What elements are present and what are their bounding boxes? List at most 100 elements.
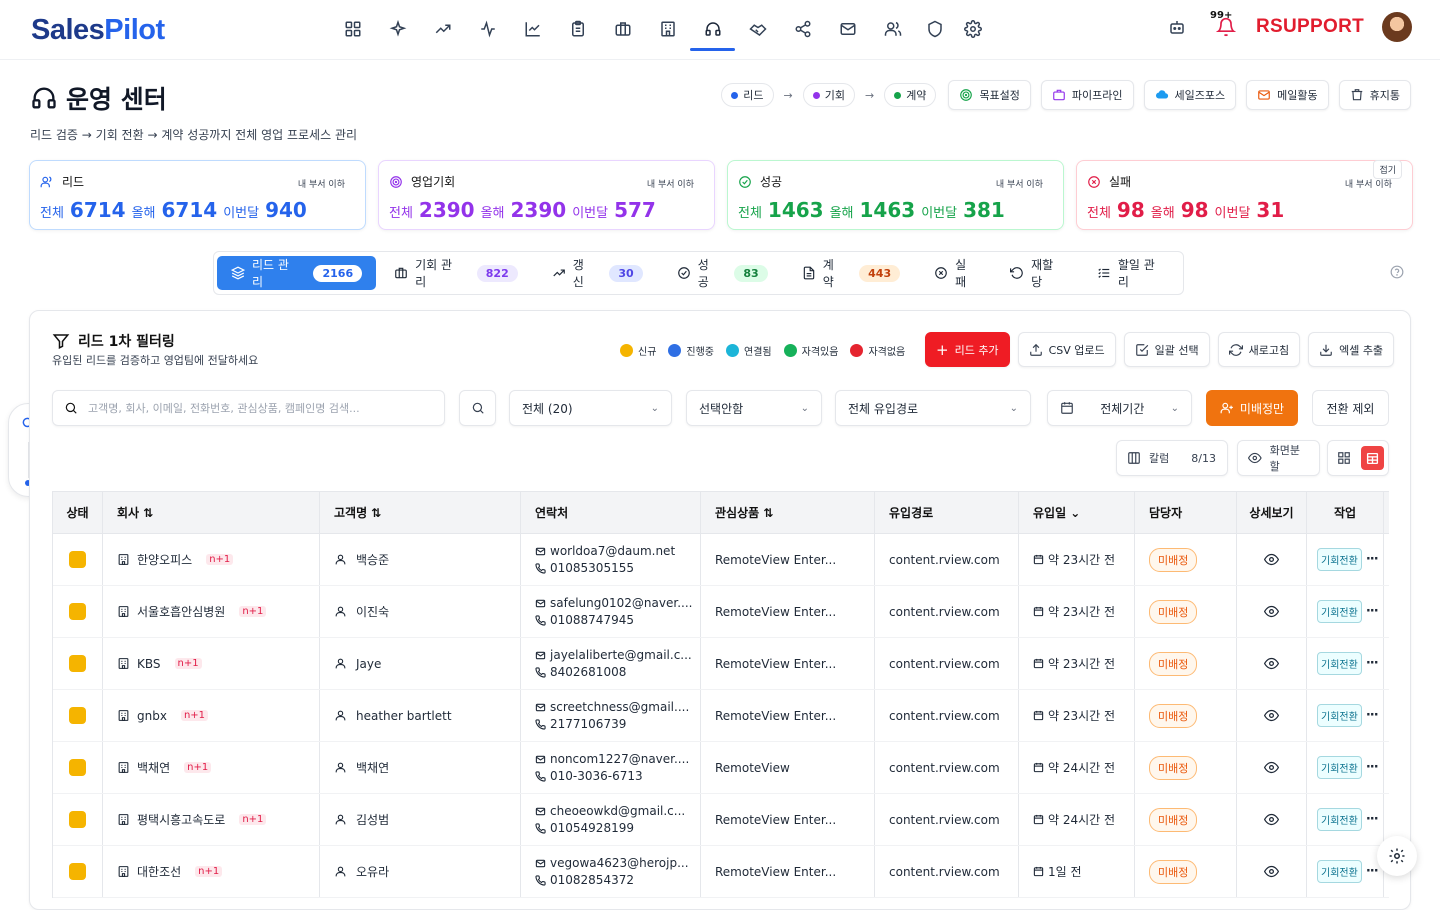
building-icon[interactable] <box>645 10 690 48</box>
tab-opportunity[interactable]: 기회 관리 822 <box>378 256 534 290</box>
tab-success[interactable]: 성공 83 <box>661 256 784 290</box>
trending-up-icon[interactable] <box>420 10 465 48</box>
unassigned-badge[interactable]: 미배정 <box>1149 807 1198 832</box>
customer-cell[interactable]: 백승준 <box>320 534 521 585</box>
convert-opportunity-button[interactable]: 기회전환 <box>1317 808 1362 831</box>
unassigned-only-button[interactable]: 미배정만 <box>1206 390 1298 426</box>
salespilot-logo[interactable]: SalesPilot <box>31 14 165 47</box>
activity-icon[interactable] <box>465 10 510 48</box>
contact-phone[interactable]: 8402681008 <box>550 665 626 679</box>
company-cell[interactable]: gnbx n+1 <box>103 690 320 741</box>
period-select[interactable]: 전체기간 ⌄ <box>1047 390 1192 426</box>
company-cell[interactable]: 서울호흡안심병원 n+1 <box>103 586 320 637</box>
handshake-icon[interactable] <box>735 10 780 48</box>
unassigned-badge[interactable]: 미배정 <box>1149 859 1198 884</box>
stat-card-0[interactable]: 리드 내 부서 이하 전체 6714 올해 6714 이번달 940 <box>29 160 366 230</box>
robot-icon[interactable] <box>1168 18 1186 36</box>
contact-email[interactable]: screetchness@gmail.... <box>550 700 689 714</box>
column-header[interactable]: 회사 ⇅ <box>103 492 320 533</box>
convert-opportunity-button[interactable]: 기회전환 <box>1317 704 1362 727</box>
unassigned-badge[interactable]: 미배정 <box>1149 703 1198 728</box>
company-cell[interactable]: 대한조선 n+1 <box>103 846 320 897</box>
unassigned-badge[interactable]: 미배정 <box>1149 547 1198 572</box>
grid-view-icon[interactable] <box>1332 445 1357 471</box>
tab-contract[interactable]: 계약 443 <box>786 256 916 290</box>
table-row[interactable]: 평택시흥고속도로 n+1 김성범 cheoeowkd@gmail.c... 010… <box>53 794 1389 846</box>
source-select[interactable]: 전체 유입경로 ⌄ <box>835 390 1031 426</box>
column-settings-button[interactable]: 칼럼 8/13 <box>1116 440 1228 476</box>
customer-cell[interactable]: 이진숙 <box>320 586 521 637</box>
customer-cell[interactable]: 김성범 <box>320 794 521 845</box>
unassigned-badge[interactable]: 미배정 <box>1149 651 1198 676</box>
eye-icon[interactable] <box>1264 708 1279 723</box>
column-header[interactable]: 고객명 ⇅ <box>320 492 521 533</box>
status-select[interactable]: 전체 (20) ⌄ <box>509 390 672 426</box>
customer-cell[interactable]: 백채연 <box>320 742 521 793</box>
share-icon[interactable] <box>780 10 825 48</box>
contact-phone[interactable]: 010-3036-6713 <box>550 769 643 783</box>
eye-icon[interactable] <box>1264 864 1279 879</box>
assignment-select[interactable]: 선택안함 ⌄ <box>686 390 822 426</box>
briefcase-icon[interactable] <box>600 10 645 48</box>
dashboard-icon[interactable] <box>330 10 375 48</box>
convert-opportunity-button[interactable]: 기회전환 <box>1317 860 1362 883</box>
table-row[interactable]: 한양오피스 n+1 백승준 worldoa7@daum.net 010853051… <box>53 534 1389 586</box>
column-header[interactable]: 관심상품 ⇅ <box>701 492 875 533</box>
users-icon[interactable] <box>870 10 915 48</box>
table-view-icon[interactable] <box>1360 446 1384 470</box>
eye-icon[interactable] <box>1264 656 1279 671</box>
eye-icon[interactable] <box>1264 552 1279 567</box>
mail-icon[interactable] <box>825 10 870 48</box>
unassigned-badge[interactable]: 미배정 <box>1149 599 1198 624</box>
table-row[interactable]: 대한조선 n+1 오유라 vegowa4623@herojp... 0108285… <box>53 846 1389 898</box>
search-button[interactable] <box>459 390 496 426</box>
stat-card-2[interactable]: 성공 내 부서 이하 전체 1463 올해 1463 이번달 381 <box>727 160 1064 230</box>
user-avatar[interactable] <box>1382 12 1412 42</box>
stat-card-3[interactable]: 실패 내 부서 이하 전체 98 올해 98 이번달 31 접기 <box>1076 160 1413 230</box>
customer-cell[interactable]: heather bartlett <box>320 690 521 741</box>
company-cell[interactable]: 평택시흥고속도로 n+1 <box>103 794 320 845</box>
company-cell[interactable]: 한양오피스 n+1 <box>103 534 320 585</box>
table-row[interactable]: 백채연 n+1 백채연 noncom1227@naver.... 010-3036… <box>53 742 1389 794</box>
bulk-select-button[interactable]: 일괄 선택 <box>1123 332 1210 367</box>
refresh-button[interactable]: 새로고침 <box>1217 332 1301 367</box>
company-cell[interactable]: KBS n+1 <box>103 638 320 689</box>
more-options-icon[interactable]: ··· <box>1366 864 1379 879</box>
excel-export-button[interactable]: 엑셀 추출 <box>1308 332 1395 367</box>
column-header[interactable]: 유입일 ⌄ <box>1019 492 1135 533</box>
unassigned-badge[interactable]: 미배정 <box>1149 755 1198 780</box>
convert-opportunity-button[interactable]: 기회전환 <box>1317 756 1362 779</box>
goal-setting-button[interactable]: 목표설정 <box>948 80 1031 110</box>
headset-icon[interactable] <box>690 10 735 51</box>
contact-email[interactable]: safelung0102@naver.... <box>550 596 692 610</box>
pipeline-button[interactable]: 파이프라인 <box>1040 80 1134 110</box>
tab-todo[interactable]: 할일 관리 <box>1081 256 1180 290</box>
settings-fab[interactable] <box>1377 836 1417 876</box>
contact-email[interactable]: cheoeowkd@gmail.c... <box>550 804 685 818</box>
eye-icon[interactable] <box>1264 812 1279 827</box>
add-lead-button[interactable]: + 리드 추가 <box>925 332 1010 367</box>
contact-phone[interactable]: 01054928199 <box>550 821 634 835</box>
contact-phone[interactable]: 01085305155 <box>550 561 634 575</box>
tab-renewal[interactable]: 갱신 30 <box>536 256 659 290</box>
more-options-icon[interactable]: ··· <box>1366 708 1379 723</box>
table-row[interactable]: 서울호흡안심병원 n+1 이진숙 safelung0102@naver.... 0… <box>53 586 1389 638</box>
tab-fail[interactable]: 실패 <box>918 256 992 290</box>
line-chart-icon[interactable] <box>510 10 555 48</box>
more-options-icon[interactable]: ··· <box>1366 760 1379 775</box>
help-icon[interactable] <box>1390 265 1404 279</box>
convert-opportunity-button[interactable]: 기회전환 <box>1317 652 1362 675</box>
tab-lead[interactable]: 리드 관리 2166 <box>217 256 377 290</box>
clipboard-icon[interactable] <box>555 10 600 48</box>
convert-opportunity-button[interactable]: 기회전환 <box>1317 548 1362 571</box>
more-options-icon[interactable]: ··· <box>1366 656 1379 671</box>
stat-card-1[interactable]: 영업기회 내 부서 이하 전체 2390 올해 2390 이번달 577 <box>378 160 715 230</box>
more-options-icon[interactable]: ··· <box>1366 604 1379 619</box>
contact-phone[interactable]: 01082854372 <box>550 873 634 887</box>
sparkles-icon[interactable] <box>375 10 420 48</box>
mail-activity-button[interactable]: 메일활동 <box>1246 80 1329 110</box>
company-cell[interactable]: 백채연 n+1 <box>103 742 320 793</box>
contact-email[interactable]: noncom1227@naver.... <box>550 752 689 766</box>
notification-bell[interactable]: 99+ <box>1210 10 1237 38</box>
eye-icon[interactable] <box>1264 604 1279 619</box>
